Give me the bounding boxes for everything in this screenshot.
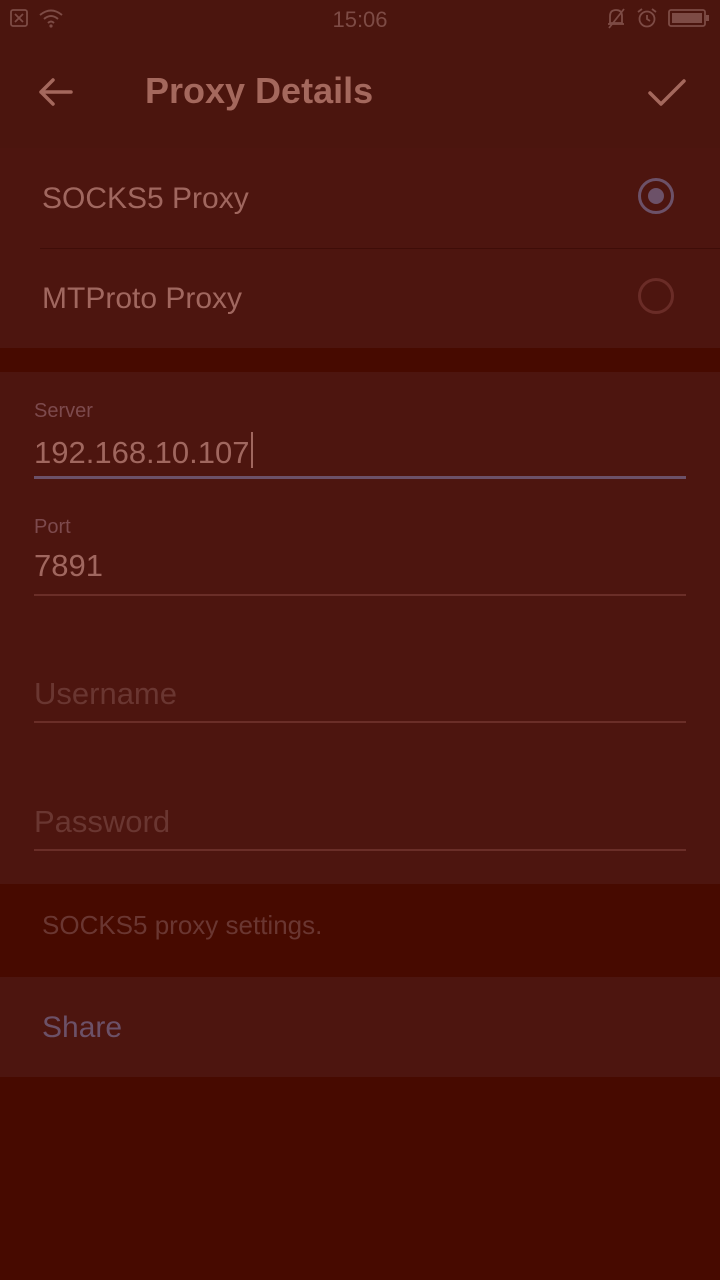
app-bar: Proxy Details (0, 40, 720, 148)
mtproto-proxy-label: MTProto Proxy (42, 282, 243, 315)
port-field[interactable]: Port 7891 (34, 516, 686, 596)
port-input[interactable]: 7891 (34, 548, 103, 584)
page-title: Proxy Details (145, 70, 374, 111)
share-label: Share (42, 1011, 123, 1044)
port-underline (34, 594, 686, 596)
username-field[interactable]: Username (34, 672, 686, 724)
socks5-proxy-option[interactable]: SOCKS5 Proxy (0, 148, 720, 249)
text-caret (250, 432, 253, 468)
proxy-settings-hint: SOCKS5 proxy settings. (42, 910, 323, 940)
password-field[interactable]: Password (34, 800, 686, 852)
back-button[interactable] (30, 72, 80, 116)
share-button[interactable]: Share (0, 977, 720, 1077)
status-bar: 15:06 (0, 0, 720, 40)
server-label: Server (34, 400, 93, 422)
server-input[interactable]: 192.168.10.107 (34, 432, 253, 471)
server-value: 192.168.10.107 (34, 435, 250, 470)
proxy-type-list: SOCKS5 Proxy MTProto Proxy (0, 148, 720, 348)
arrow-left-icon (37, 77, 73, 112)
bell-off-icon (606, 7, 626, 34)
username-input[interactable]: Username (34, 676, 177, 712)
mtproto-proxy-option[interactable]: MTProto Proxy (0, 248, 720, 348)
password-underline (34, 849, 686, 851)
battery-icon (668, 8, 710, 33)
server-field[interactable]: Server 192.168.10.107 (34, 400, 686, 480)
socks5-radio-button[interactable] (638, 178, 674, 214)
socks5-proxy-label: SOCKS5 Proxy (42, 182, 249, 215)
alarm-icon (636, 7, 658, 34)
status-right-icons (606, 7, 710, 34)
password-input[interactable]: Password (34, 804, 170, 840)
proxy-fields: Server 192.168.10.107 Port 7891 Username… (0, 372, 720, 884)
checkmark-icon (647, 78, 687, 113)
server-underline (34, 476, 686, 479)
username-underline (34, 721, 686, 723)
mtproto-radio-button[interactable] (638, 278, 674, 314)
port-label: Port (34, 516, 71, 538)
done-button[interactable] (642, 70, 692, 120)
